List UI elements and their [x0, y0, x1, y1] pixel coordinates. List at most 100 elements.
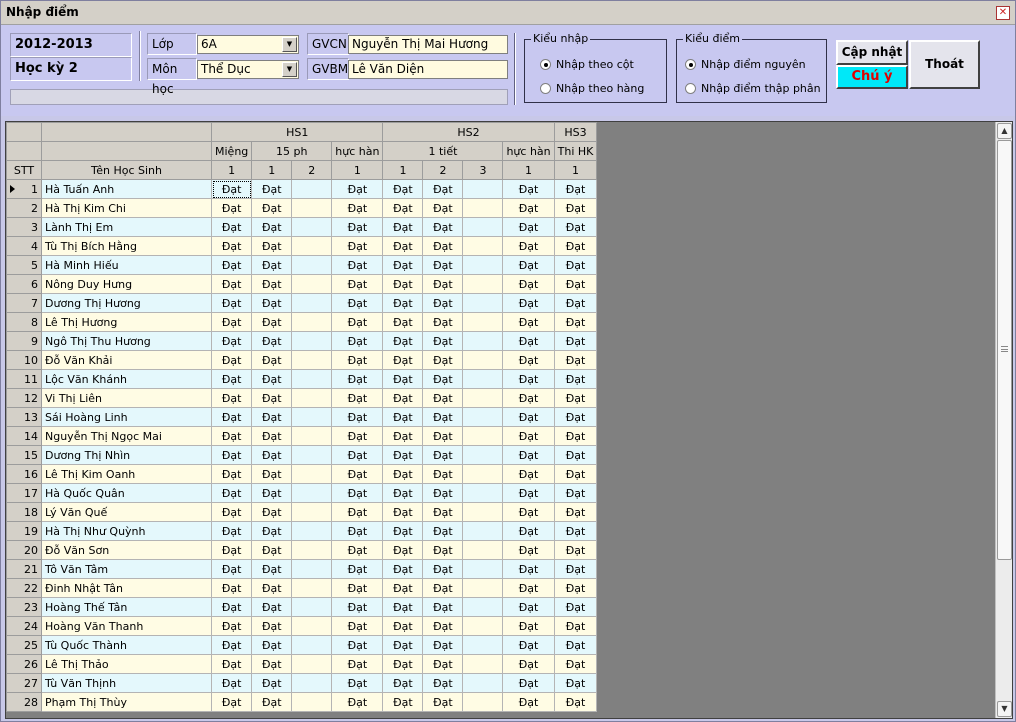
student-name[interactable]: Nông Duy Hưng [41, 274, 212, 294]
score-cell[interactable]: Đạt [331, 217, 384, 237]
student-name[interactable]: Hà Thị Kim Chi [41, 198, 212, 218]
score-cell[interactable]: Đạt [502, 426, 555, 446]
score-cell[interactable]: Đạt [382, 464, 424, 484]
table-row[interactable]: 20 Đỗ Văn Sơn Đạt Đạt Đạt Đạt Đạt Đạt Đạt [6, 540, 598, 560]
score-cell[interactable]: Đạt [502, 293, 555, 313]
score-cell[interactable]: Đạt [502, 502, 555, 522]
score-cell[interactable]: Đạt [331, 654, 384, 674]
score-cell[interactable]: Đạt [553, 502, 598, 522]
score-cell[interactable]: Đạt [422, 597, 464, 617]
score-cell[interactable]: Đạt [422, 350, 464, 370]
score-cell[interactable]: Đạt [422, 293, 464, 313]
score-cell[interactable] [291, 483, 333, 503]
score-cell[interactable]: Đạt [382, 559, 424, 579]
score-cell[interactable]: Đạt [331, 331, 384, 351]
score-cell[interactable]: Đạt [210, 578, 253, 598]
score-cell[interactable] [291, 597, 333, 617]
score-cell[interactable] [291, 369, 333, 389]
score-cell[interactable]: Đạt [251, 502, 293, 522]
score-cell[interactable] [462, 654, 504, 674]
score-cell[interactable] [462, 559, 504, 579]
table-row[interactable]: 23 Hoàng Thế Tân Đạt Đạt Đạt Đạt Đạt Đạt Đạt [6, 597, 598, 617]
note-button[interactable]: Chú ý [836, 65, 908, 89]
score-cell[interactable] [462, 597, 504, 617]
score-cell[interactable] [291, 331, 333, 351]
score-cell[interactable]: Đạt [502, 369, 555, 389]
score-cell[interactable]: Đạt [210, 331, 253, 351]
score-cell[interactable]: Đạt [251, 483, 293, 503]
score-cell[interactable]: Đạt [251, 426, 293, 446]
score-cell[interactable]: Đạt [251, 293, 293, 313]
score-cell[interactable]: Đạt [553, 692, 598, 712]
score-cell[interactable]: Đạt [422, 312, 464, 332]
score-cell[interactable]: Đạt [553, 369, 598, 389]
score-cell[interactable]: Đạt [210, 540, 253, 560]
score-cell[interactable]: Đạt [251, 635, 293, 655]
score-cell[interactable] [462, 236, 504, 256]
score-cell[interactable]: Đạt [553, 388, 598, 408]
score-cell[interactable]: Đạt [422, 521, 464, 541]
table-row[interactable]: 4 Tù Thị Bích Hằng Đạt Đạt Đạt Đạt Đạt Đạt Đạt [6, 236, 598, 256]
score-cell[interactable]: Đạt [331, 388, 384, 408]
score-cell[interactable]: Đạt [331, 464, 384, 484]
table-row[interactable]: 27 Tù Văn Thịnh Đạt Đạt Đạt Đạt Đạt Đạt Đạt [6, 673, 598, 693]
score-cell[interactable]: Đạt [422, 369, 464, 389]
score-cell[interactable]: Đạt [502, 578, 555, 598]
score-cell[interactable]: Đạt [251, 407, 293, 427]
score-cell[interactable]: Đạt [553, 293, 598, 313]
score-cell[interactable]: Đạt [553, 407, 598, 427]
score-cell[interactable] [291, 255, 333, 275]
homeroom-teacher-field[interactable]: Nguyễn Thị Mai Hương [348, 35, 508, 54]
score-cell[interactable]: Đạt [251, 616, 293, 636]
score-cell[interactable]: Đạt [422, 616, 464, 636]
student-name[interactable]: Vi Thị Liên [41, 388, 212, 408]
score-cell[interactable]: Đạt [553, 274, 598, 294]
table-row[interactable]: 9 Ngô Thị Thu Hương Đạt Đạt Đạt Đạt Đạt Đạt Đạt [6, 331, 598, 351]
score-cell[interactable]: Đạt [382, 426, 424, 446]
score-cell[interactable]: Đạt [210, 312, 253, 332]
score-cell[interactable]: Đạt [382, 540, 424, 560]
score-cell[interactable]: Đạt [251, 692, 293, 712]
score-cell[interactable]: Đạt [382, 179, 424, 199]
student-name[interactable]: Đỗ Văn Khải [41, 350, 212, 370]
student-name[interactable]: Sái Hoàng Linh [41, 407, 212, 427]
score-cell[interactable] [291, 350, 333, 370]
score-cell[interactable]: Đạt [422, 236, 464, 256]
score-cell[interactable] [462, 350, 504, 370]
scroll-down-button[interactable]: ▼ [997, 701, 1012, 717]
score-cell[interactable]: Đạt [251, 217, 293, 237]
score-cell[interactable]: Đạt [422, 274, 464, 294]
score-cell[interactable]: Đạt [502, 350, 555, 370]
table-row[interactable]: 5 Hà Minh Hiếu Đạt Đạt Đạt Đạt Đạt Đạt Đạt [6, 255, 598, 275]
table-row[interactable]: 28 Phạm Thị Thùy Đạt Đạt Đạt Đạt Đạt Đạt Đạt [6, 692, 598, 712]
score-cell[interactable]: Đạt [210, 369, 253, 389]
student-name[interactable]: Lê Thị Kim Oanh [41, 464, 212, 484]
score-cell[interactable]: Đạt [422, 179, 464, 199]
score-cell[interactable]: Đạt [502, 673, 555, 693]
score-cell[interactable]: Đạt [382, 331, 424, 351]
score-cell[interactable]: Đạt [382, 578, 424, 598]
table-row[interactable]: 19 Hà Thị Như Quỳnh Đạt Đạt Đạt Đạt Đạt Đạt Đạt [6, 521, 598, 541]
score-cell[interactable]: Đạt [251, 597, 293, 617]
score-cell[interactable]: Đạt [331, 673, 384, 693]
score-cell[interactable]: Đạt [251, 331, 293, 351]
score-cell[interactable]: Đạt [251, 559, 293, 579]
score-cell[interactable]: Đạt [422, 426, 464, 446]
chevron-down-icon[interactable]: ▼ [282, 37, 297, 52]
score-cell[interactable]: Đạt [382, 407, 424, 427]
score-cell[interactable]: Đạt [502, 388, 555, 408]
score-cell[interactable]: Đạt [382, 217, 424, 237]
score-cell[interactable]: Đạt [210, 654, 253, 674]
chevron-down-icon[interactable]: ▼ [282, 62, 297, 77]
score-cell[interactable]: Đạt [382, 635, 424, 655]
score-cell[interactable]: Đạt [422, 540, 464, 560]
score-cell[interactable]: Đạt [331, 350, 384, 370]
score-cell[interactable]: Đạt [553, 635, 598, 655]
score-cell[interactable]: Đạt [382, 597, 424, 617]
score-cell[interactable]: Đạt [251, 654, 293, 674]
score-cell[interactable]: Đạt [382, 388, 424, 408]
score-cell[interactable] [291, 407, 333, 427]
table-row[interactable]: 3 Lành Thị Em Đạt Đạt Đạt Đạt Đạt Đạt Đạt [6, 217, 598, 237]
student-name[interactable]: Tù Văn Thịnh [41, 673, 212, 693]
score-cell[interactable]: Đạt [502, 540, 555, 560]
